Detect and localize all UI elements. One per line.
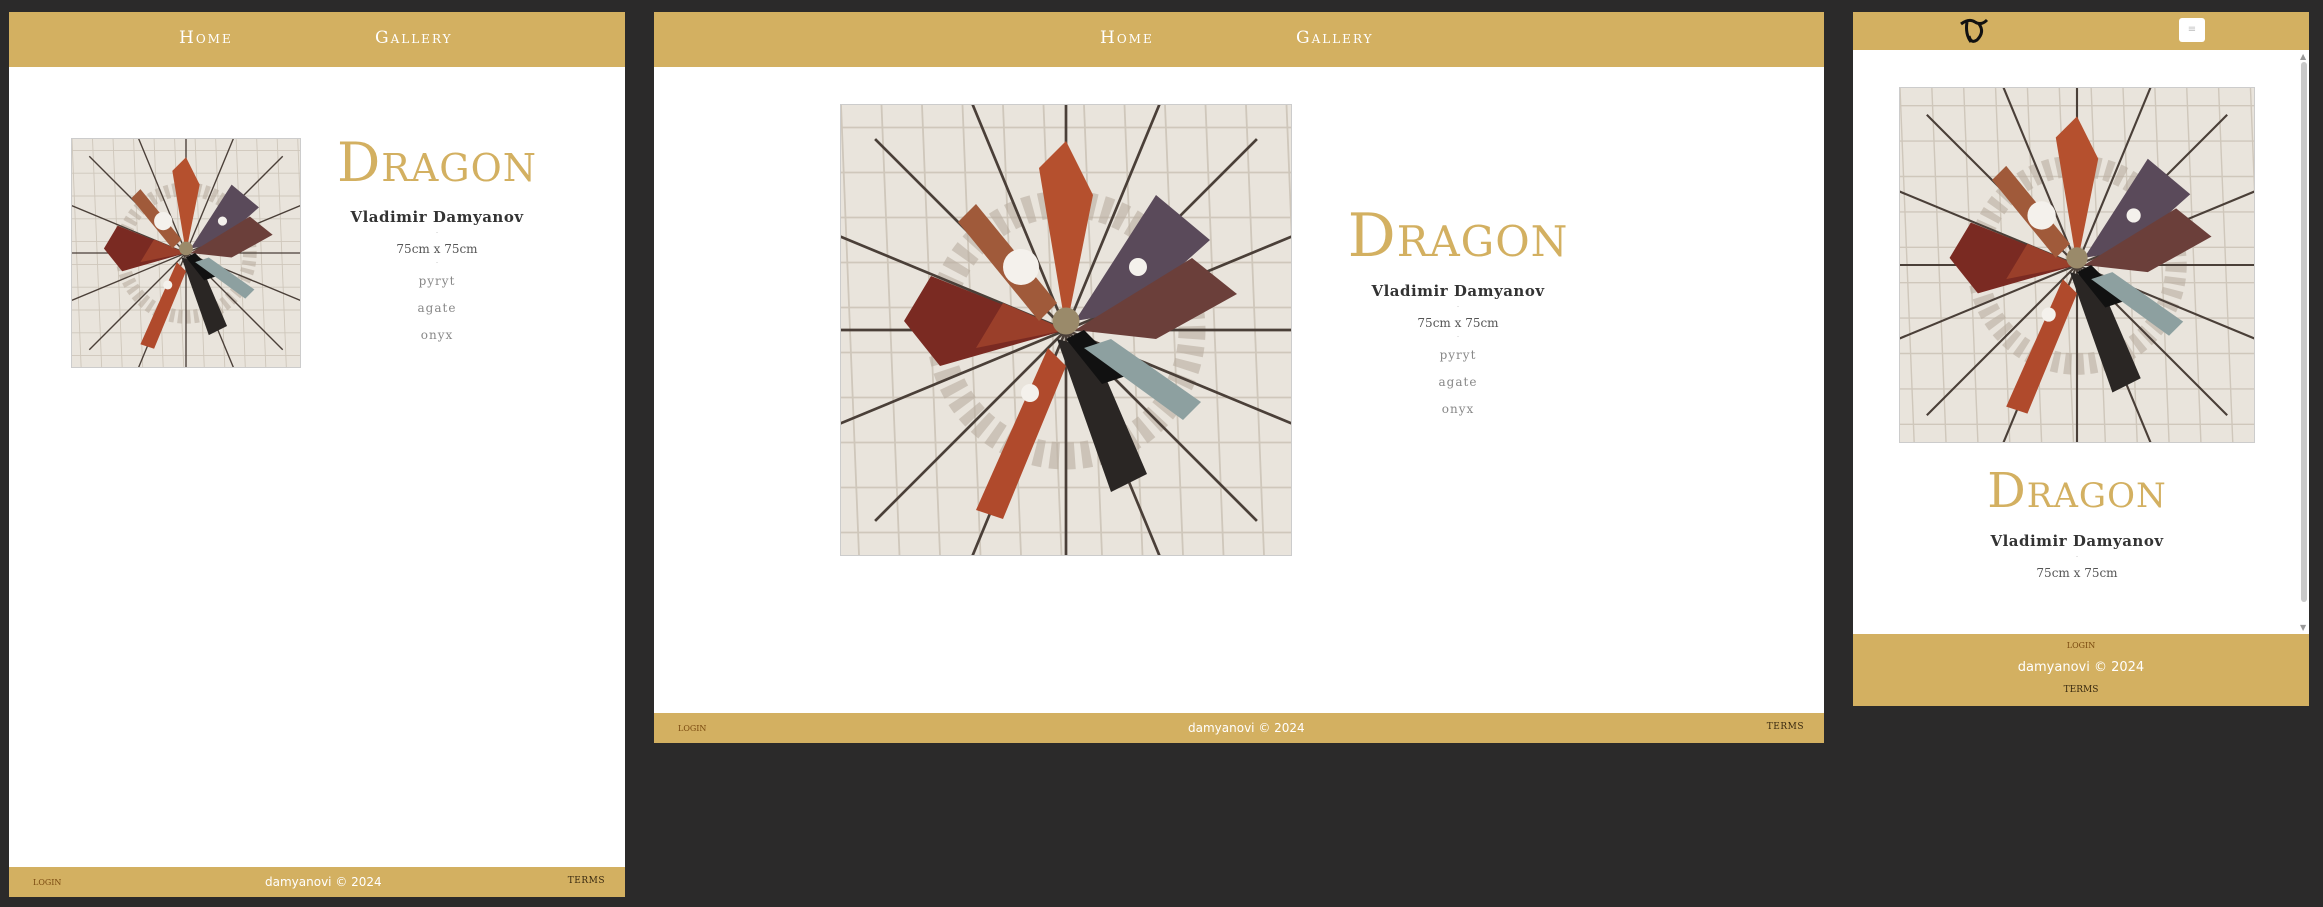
artwork-image[interactable] [71,138,301,368]
scroll-down-arrow-icon[interactable]: ▼ [2300,623,2306,632]
artwork-size: 75cm x 75cm [396,242,478,256]
footer: login damyanovi © 2024 TERMS [9,867,625,897]
artwork-info: Dragon Vladimir Damyanov - 75cm x 75cm -… [307,131,567,343]
mobile-header: ≡ [1853,12,2309,50]
top-navbar: Home Gallery [654,12,1824,67]
nav-gallery-link[interactable]: Gallery [375,28,453,48]
material-item: agate [417,301,457,315]
brand-logo-icon[interactable] [1957,16,1991,46]
scrollbar-thumb[interactable] [2301,62,2307,602]
artwork-size: 75cm x 75cm [2036,566,2118,580]
artwork-image[interactable] [840,104,1292,556]
top-navbar: Home Gallery [9,12,625,67]
material-item: agate [1438,375,1478,389]
artwork-size: 75cm x 75cm [1417,316,1499,330]
viewport-desktop-narrow: Home Gallery Dragon Vladimir Damyanov - … [9,12,625,897]
footer-copyright: damyanovi © 2024 [2017,660,2145,675]
artwork-title: Dragon [336,131,538,194]
footer: login damyanovi © 2024 TERMS [1853,634,2309,706]
artwork-title: Dragon [1347,201,1569,271]
footer-terms-link[interactable]: TERMS [1767,722,1804,732]
artwork-title: Dragon [1987,463,2167,519]
material-item: onyx [420,328,454,342]
footer-terms-link[interactable]: TERMS [568,876,605,886]
nav-home-link[interactable]: Home [1100,28,1154,48]
artwork-artist: Vladimir Damyanov [1990,532,2164,550]
footer-login-link[interactable]: login [678,721,706,734]
footer-copyright: damyanovi © 2024 [1188,721,1305,735]
material-item: pyryt [418,274,456,288]
separator-dot: - [1456,303,1460,310]
menu-button[interactable]: ≡ [2179,18,2205,42]
viewport-mobile: ≡ Dragon Vladimir Damyanov - 75cm x 75cm… [1853,12,2309,706]
viewport-desktop-wide: Home Gallery Dragon Vladimir Damyanov - … [654,12,1824,743]
nav-gallery-link[interactable]: Gallery [1296,28,1374,48]
artwork-artist: Vladimir Damyanov [350,208,524,226]
footer-terms-link[interactable]: TERMS [1853,685,2309,695]
separator-dot: - [435,259,439,266]
footer-copyright: damyanovi © 2024 [265,875,382,889]
separator-dot: - [435,229,439,236]
separator-dot: - [2075,553,2079,560]
nav-home-link[interactable]: Home [179,28,233,48]
artwork-info: Dragon Vladimir Damyanov - 75cm x 75cm -… [1324,202,1592,416]
separator-dot: - [1456,333,1460,340]
footer: login damyanovi © 2024 TERMS [654,713,1824,743]
artwork-image[interactable] [1899,87,2255,443]
material-item: pyryt [1439,348,1477,362]
artwork-info: Dragon Vladimir Damyanov - 75cm x 75cm [1927,464,2227,580]
footer-login-link[interactable]: login [33,875,61,888]
scroll-up-arrow-icon[interactable]: ▲ [2300,52,2306,61]
scrollbar[interactable]: ▲ ▼ [2299,52,2309,632]
material-item: onyx [1441,402,1475,416]
footer-login-link[interactable]: login [1853,638,2309,651]
artwork-artist: Vladimir Damyanov [1371,282,1545,300]
